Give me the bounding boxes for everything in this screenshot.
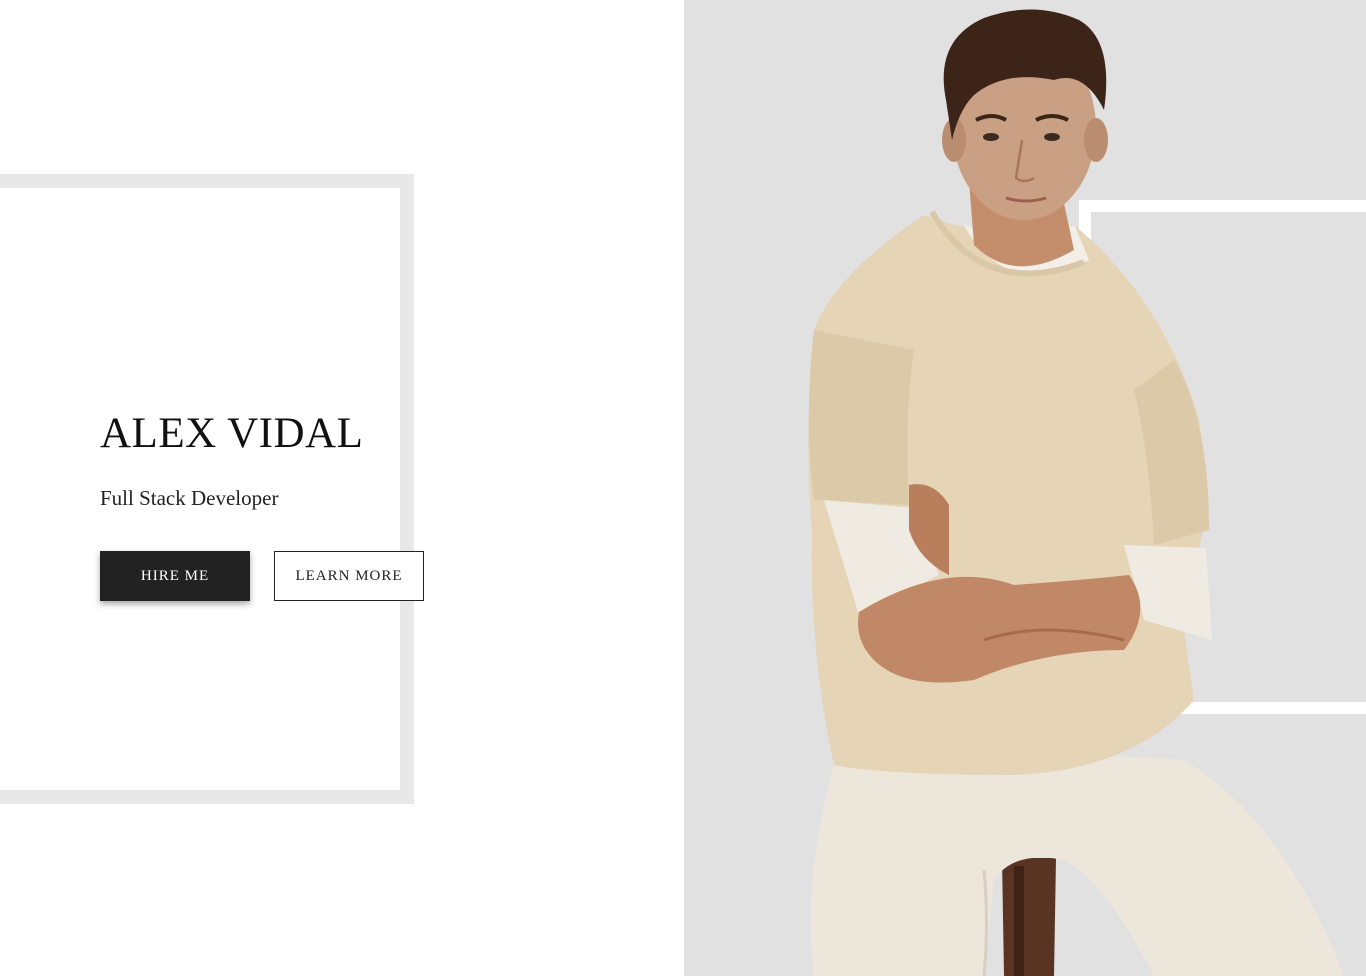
hero-page: ALEX VIDAL Full Stack Developer HIRE ME … bbox=[0, 0, 1366, 976]
hire-me-button[interactable]: HIRE ME bbox=[100, 551, 250, 601]
learn-more-button[interactable]: LEARN MORE bbox=[274, 551, 424, 601]
hero-actions: HIRE ME LEARN MORE bbox=[100, 551, 424, 601]
hero-text: ALEX VIDAL Full Stack Developer bbox=[100, 408, 363, 511]
hero-right-panel bbox=[684, 0, 1366, 976]
hero-left-panel: ALEX VIDAL Full Stack Developer HIRE ME … bbox=[0, 0, 684, 976]
person-photo-icon bbox=[808, 9, 1344, 976]
hero-name: ALEX VIDAL bbox=[100, 410, 364, 457]
hero-role: Full Stack Developer bbox=[100, 486, 279, 510]
